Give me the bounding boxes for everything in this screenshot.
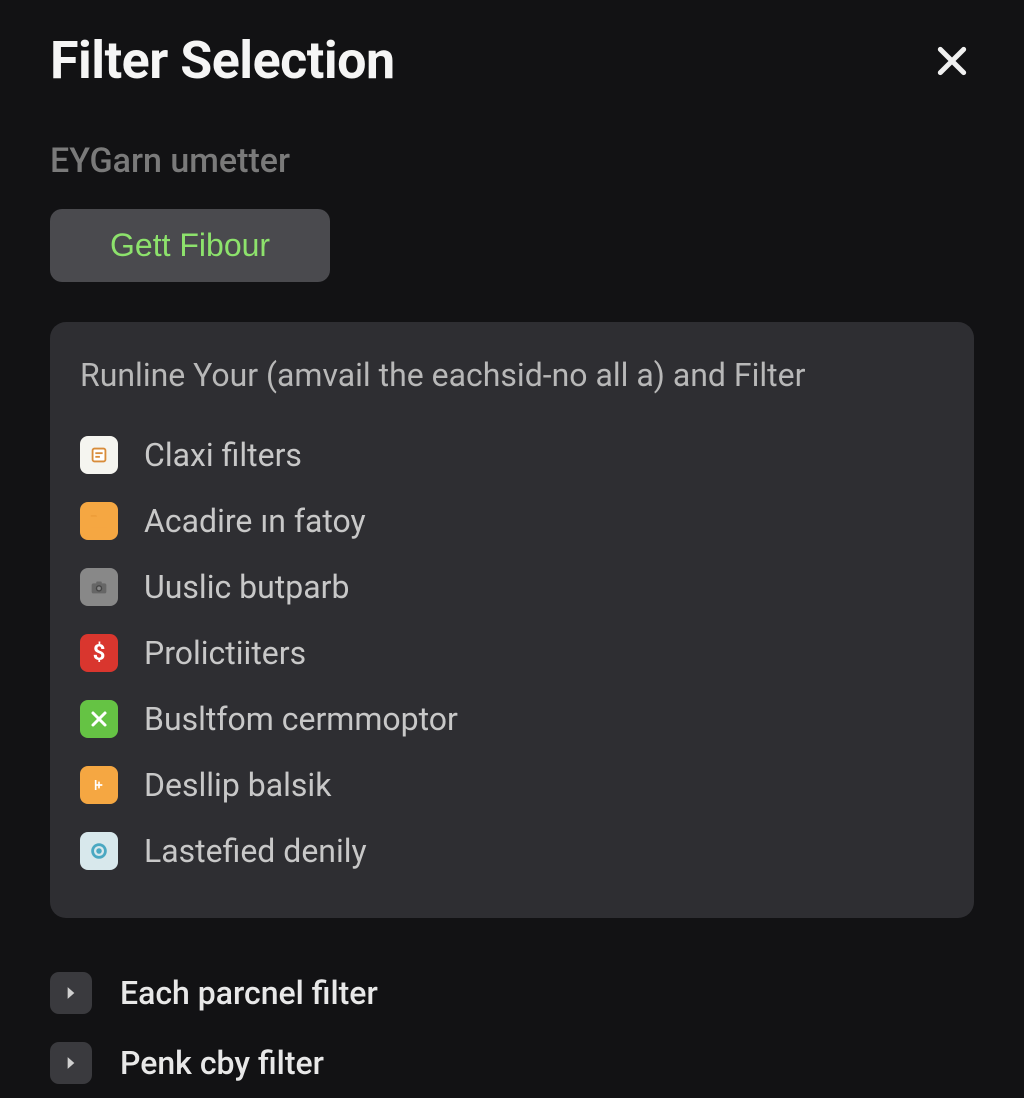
subtitle-text: EYGarn umetter (50, 141, 974, 181)
filter-label: Uuslic butparb (144, 568, 349, 606)
filter-item-busltfom[interactable]: Busltfom cermmoptor (80, 686, 944, 752)
filter-item-acadire[interactable]: Acadire ın fatoy (80, 488, 944, 554)
note-icon (80, 436, 118, 474)
camera-icon (80, 568, 118, 606)
filter-label: Claxi filters (144, 436, 302, 474)
filter-item-claxi[interactable]: Claxi filters (80, 422, 944, 488)
scissors-icon (80, 766, 118, 804)
modal-title: Filter Selection (50, 30, 395, 91)
filter-label: Desllip balsik (144, 766, 331, 804)
filter-item-prolict[interactable]: $ Prolictiiters (80, 620, 944, 686)
filter-label: Busltfom cermmoptor (144, 700, 458, 738)
filter-label: Prolictiiters (144, 634, 306, 672)
filter-item-lastefied[interactable]: Lastefied denily (80, 818, 944, 884)
close-button[interactable] (930, 39, 974, 83)
dollar-icon: $ (80, 634, 118, 672)
folder-icon (80, 502, 118, 540)
expand-item-penk[interactable]: Penk cby filter (50, 1028, 974, 1098)
expand-label: Each parcnel filter (120, 974, 378, 1012)
primary-action-button[interactable]: Gett Fibour (50, 209, 330, 282)
filter-item-uuslic[interactable]: Uuslic butparb (80, 554, 944, 620)
expand-item-parcnel[interactable]: Each parcnel filter (50, 958, 974, 1028)
filter-label: Acadire ın fatoy (144, 502, 366, 540)
circle-icon (80, 832, 118, 870)
expand-label: Penk cby filter (120, 1044, 324, 1082)
chevron-right-icon (50, 972, 92, 1014)
chevron-right-icon (50, 1042, 92, 1084)
filter-label: Lastefied denily (144, 832, 367, 870)
check-icon (80, 700, 118, 738)
filter-item-desllip[interactable]: Desllip balsik (80, 752, 944, 818)
filter-panel: Runline Your (amvail the eachsid-no all … (50, 322, 974, 918)
panel-heading: Runline Your (amvail the eachsid-no all … (80, 356, 944, 394)
modal-header: Filter Selection (50, 30, 974, 91)
close-icon (932, 41, 972, 81)
